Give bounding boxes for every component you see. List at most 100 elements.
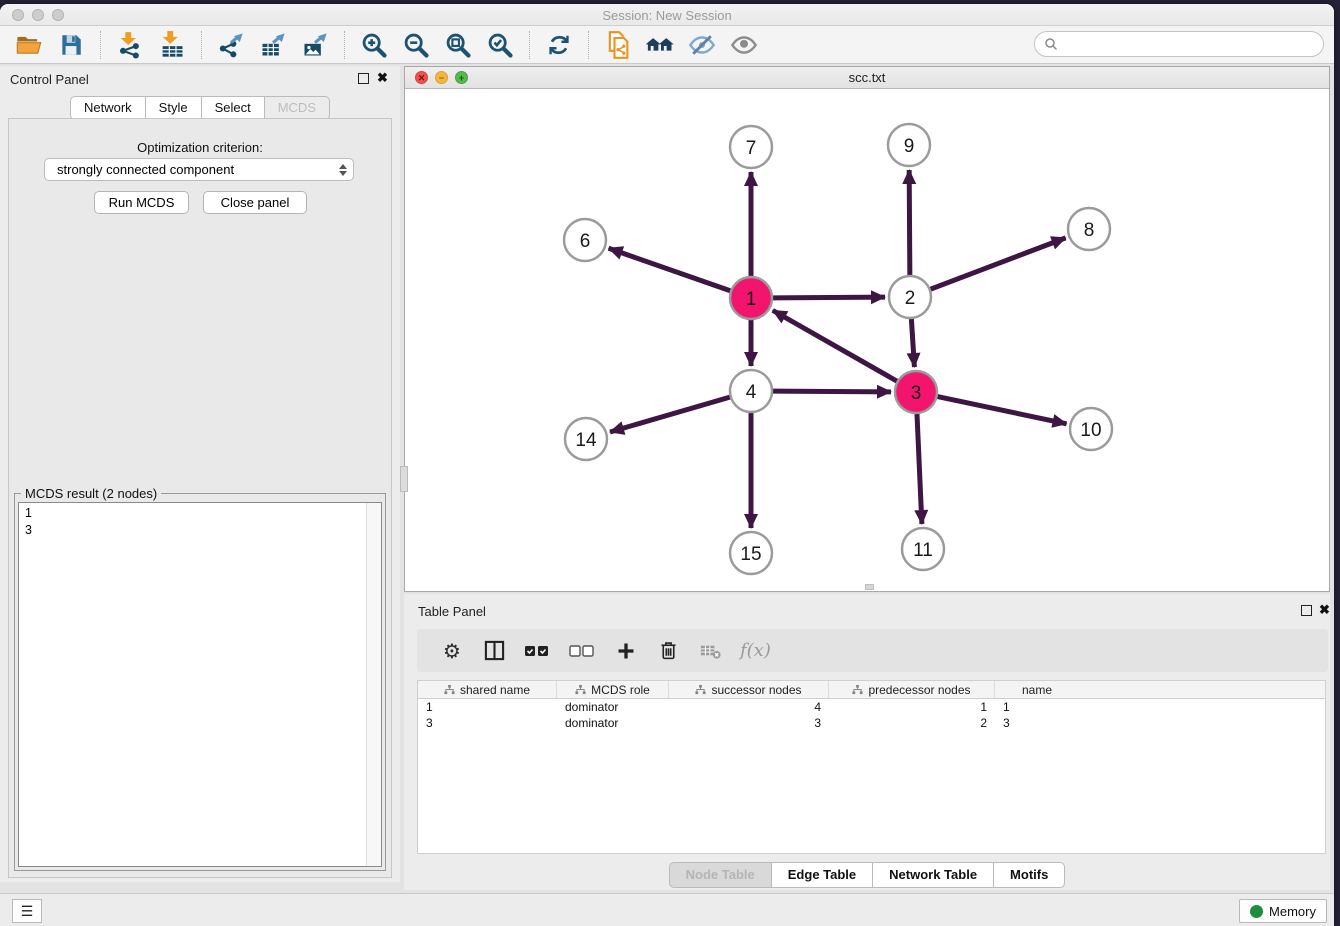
mcds-result-title: MCDS result (2 nodes): [21, 486, 161, 501]
save-session-icon[interactable]: [56, 30, 86, 60]
memory-button[interactable]: Memory: [1239, 899, 1327, 923]
show-column-panel-icon[interactable]: [482, 638, 506, 664]
criterion-value: strongly connected component: [57, 162, 339, 177]
import-table-icon[interactable]: [157, 30, 187, 60]
tab-motifs[interactable]: Motifs: [993, 862, 1065, 888]
table-row[interactable]: 3 dominator 3 2 3: [418, 715, 1325, 731]
search-input[interactable]: [1058, 37, 1323, 52]
zoom-fit-icon[interactable]: [443, 30, 473, 60]
run-mcds-button[interactable]: Run MCDS: [94, 191, 189, 214]
tab-network-table[interactable]: Network Table: [872, 862, 993, 888]
network-view-window: ✕ − + scc.txt 7968124314101511: [404, 66, 1330, 592]
edge-4-3[interactable]: [773, 391, 891, 392]
close-panel-icon[interactable]: ✖: [377, 70, 388, 86]
zoom-in-icon[interactable]: [359, 30, 389, 60]
unselect-all-columns-icon[interactable]: [569, 638, 596, 664]
close-panel-button[interactable]: Close panel: [203, 191, 307, 214]
tab-select[interactable]: Select: [201, 96, 264, 120]
main-toolbar: [0, 26, 1334, 64]
float-panel-icon[interactable]: [358, 73, 369, 84]
tab-edge-table[interactable]: Edge Table: [771, 862, 872, 888]
optimization-criterion-label: Optimization criterion:: [0, 140, 400, 155]
table-float-icon[interactable]: [1301, 605, 1312, 616]
search-field[interactable]: [1034, 31, 1324, 57]
import-network-icon[interactable]: [115, 30, 145, 60]
graph-node-label-11: 11: [913, 540, 933, 561]
network-canvas[interactable]: 7968124314101511: [405, 89, 1329, 591]
column-header-successor-nodes[interactable]: successor nodes: [669, 681, 829, 698]
graph-node-label-14: 14: [575, 430, 597, 451]
delete-column-icon[interactable]: [656, 638, 680, 664]
table-panel: Table Panel ✖ ⚙ f(: [404, 594, 1330, 890]
result-line: 3: [25, 522, 381, 539]
show-annotations-icon[interactable]: [729, 30, 759, 60]
column-header-mcds-role[interactable]: MCDS role: [557, 681, 669, 698]
column-type-icon: [444, 684, 455, 695]
export-image-icon[interactable]: [300, 30, 330, 60]
search-icon: [1044, 37, 1058, 51]
edge-1-6[interactable]: [609, 248, 731, 290]
graph-node-label-2: 2: [905, 288, 916, 309]
column-header-name[interactable]: name: [995, 681, 1079, 698]
home-view-icon[interactable]: [645, 30, 675, 60]
panel-splitter-handle[interactable]: [400, 466, 408, 492]
tab-network[interactable]: Network: [70, 96, 145, 120]
table-close-icon[interactable]: ✖: [1319, 602, 1330, 618]
mcds-result-list[interactable]: 1 3: [18, 502, 382, 867]
tab-mcds[interactable]: MCDS: [264, 96, 330, 120]
add-column-icon[interactable]: [614, 638, 638, 664]
table-settings-gear-icon[interactable]: ⚙: [440, 638, 464, 664]
export-table-icon[interactable]: [258, 30, 288, 60]
edge-2-8[interactable]: [931, 238, 1066, 289]
memory-status-icon: [1250, 905, 1263, 918]
criterion-select[interactable]: strongly connected component: [44, 158, 354, 181]
edge-3-10[interactable]: [938, 397, 1067, 424]
edge-3-11[interactable]: [917, 414, 922, 524]
application-window: Session: New Session: [0, 4, 1334, 926]
column-header-shared-name[interactable]: shared name: [418, 681, 557, 698]
control-panel-header: Control Panel ✖: [0, 66, 400, 92]
export-network-icon[interactable]: [216, 30, 246, 60]
task-history-icon[interactable]: ☰: [12, 899, 42, 923]
clone-network-icon[interactable]: [603, 30, 633, 60]
edge-4-14[interactable]: [610, 397, 730, 432]
graph-node-label-4: 4: [746, 382, 757, 403]
graph-node-label-3: 3: [911, 383, 922, 404]
tab-style[interactable]: Style: [145, 96, 201, 120]
open-session-icon[interactable]: [14, 30, 44, 60]
result-line: 1: [25, 505, 381, 522]
window-title: Session: New Session: [0, 8, 1334, 23]
select-all-columns-icon[interactable]: [524, 638, 551, 664]
refresh-icon[interactable]: [544, 30, 574, 60]
function-builder-icon: f(x): [740, 638, 771, 664]
table-row[interactable]: 1 dominator 4 1 1: [418, 699, 1325, 715]
column-type-icon: [852, 684, 863, 695]
network-window-titlebar[interactable]: ✕ − + scc.txt: [405, 67, 1329, 89]
toolbar-separator: [100, 31, 101, 59]
mcds-result-group: MCDS result (2 nodes) 1 3: [14, 493, 386, 871]
edge-3-1[interactable]: [773, 310, 897, 381]
toolbar-separator: [588, 31, 589, 59]
window-titlebar: Session: New Session: [0, 4, 1334, 26]
network-window-title: scc.txt: [405, 70, 1329, 85]
zoom-selected-icon[interactable]: [485, 30, 515, 60]
node-table: shared name MCDS role successor nodes pr…: [417, 680, 1326, 854]
table-panel-header: Table Panel ✖: [404, 594, 1330, 620]
toolbar-separator: [344, 31, 345, 59]
column-header-predecessor-nodes[interactable]: predecessor nodes: [829, 681, 995, 698]
edge-2-3[interactable]: [911, 319, 914, 367]
edge-1-2[interactable]: [773, 297, 885, 298]
graph-node-label-8: 8: [1084, 220, 1095, 241]
memory-label: Memory: [1269, 904, 1316, 919]
tab-node-table[interactable]: Node Table: [669, 862, 771, 888]
hide-annotations-icon[interactable]: [687, 30, 717, 60]
edge-2-9[interactable]: [909, 170, 910, 275]
column-type-icon: [695, 684, 706, 695]
zoom-out-icon[interactable]: [401, 30, 431, 60]
table-panel-title: Table Panel: [418, 604, 486, 619]
toolbar-separator: [201, 31, 202, 59]
table-toolbar: ⚙ f(x): [417, 629, 1328, 672]
control-panel: Control Panel ✖ Network Style Select MCD…: [0, 66, 400, 882]
result-scrollbar[interactable]: [366, 503, 381, 866]
horizontal-scrollbar-thumb[interactable]: [865, 584, 874, 590]
